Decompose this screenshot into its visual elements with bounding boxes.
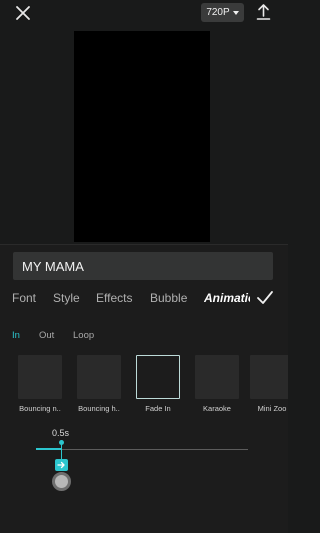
animation-item-fade-in[interactable]: Fade In bbox=[130, 355, 186, 413]
upload-icon bbox=[256, 4, 271, 20]
animation-label: Fade In bbox=[145, 404, 171, 413]
resolution-button[interactable]: 720P bbox=[201, 3, 244, 22]
animation-thumbnail bbox=[18, 355, 62, 399]
animation-presets: Bouncing n.. Bouncing h.. Fade In Karaok… bbox=[0, 355, 288, 420]
animation-label: Bouncing n.. bbox=[19, 404, 61, 413]
slider-badge bbox=[55, 459, 68, 471]
tab-font[interactable]: Font bbox=[12, 291, 36, 305]
close-button[interactable] bbox=[14, 4, 32, 22]
animation-item-karaoke[interactable]: Karaoke bbox=[189, 355, 245, 413]
video-preview[interactable] bbox=[74, 31, 210, 242]
tab-animation[interactable]: Animatio bbox=[204, 291, 250, 305]
subtab-in[interactable]: In bbox=[12, 330, 20, 341]
arrow-right-icon bbox=[57, 461, 65, 469]
slider-fill bbox=[36, 448, 61, 450]
animation-thumbnail bbox=[136, 355, 180, 399]
confirm-button[interactable] bbox=[256, 290, 274, 306]
slider-track bbox=[36, 449, 248, 450]
tab-effects[interactable]: Effects bbox=[96, 291, 132, 305]
animation-item-bouncing-n[interactable]: Bouncing n.. bbox=[12, 355, 68, 413]
duration-value: 0.5s bbox=[52, 428, 70, 438]
animation-thumbnail bbox=[77, 355, 121, 399]
tab-animation-wrapper: Animatio bbox=[204, 289, 250, 309]
tab-bubble[interactable]: Bubble bbox=[150, 291, 187, 305]
duration-slider[interactable] bbox=[36, 440, 248, 491]
text-tabs: Font Style Effects Bubble Animatio bbox=[0, 289, 288, 309]
animation-item-mini-zoom[interactable]: Mini Zoo bbox=[244, 355, 288, 413]
animation-label: Karaoke bbox=[203, 404, 231, 413]
animation-item-bouncing-h[interactable]: Bouncing h.. bbox=[71, 355, 127, 413]
checkmark-icon bbox=[257, 291, 273, 304]
animation-subtabs: In Out Loop bbox=[0, 330, 288, 344]
subtab-loop[interactable]: Loop bbox=[73, 330, 94, 341]
chevron-down-icon bbox=[232, 10, 239, 15]
close-icon bbox=[16, 6, 30, 20]
animation-thumbnail bbox=[195, 355, 239, 399]
tab-style[interactable]: Style bbox=[53, 291, 80, 305]
animation-thumbnail bbox=[250, 355, 288, 399]
top-bar: 720P bbox=[0, 0, 288, 24]
slider-thumb[interactable] bbox=[52, 472, 71, 491]
resolution-label: 720P bbox=[206, 7, 230, 18]
animation-label: Bouncing h.. bbox=[78, 404, 120, 413]
export-button[interactable] bbox=[255, 3, 272, 21]
subtab-out[interactable]: Out bbox=[39, 330, 54, 341]
animation-label: Mini Zoo bbox=[257, 404, 287, 413]
slider-stem bbox=[61, 444, 62, 460]
text-input[interactable] bbox=[13, 252, 273, 280]
